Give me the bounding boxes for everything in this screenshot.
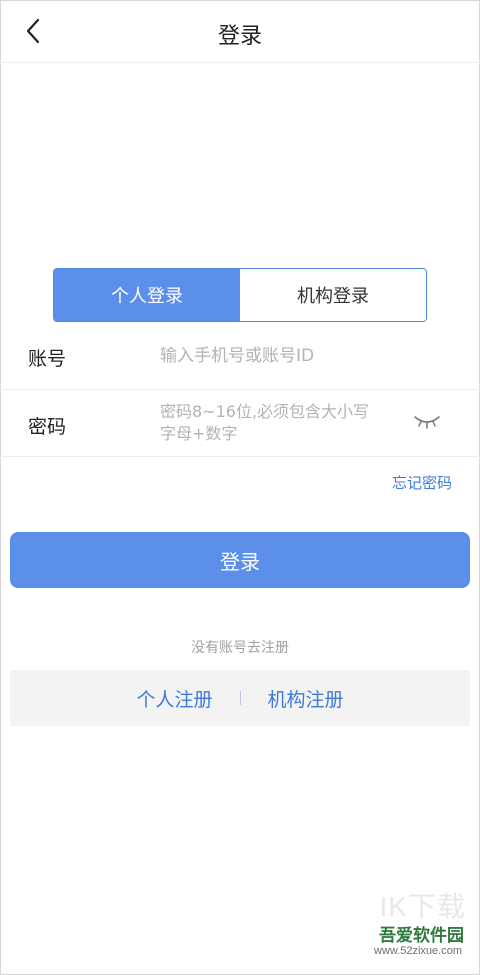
- personal-register-link[interactable]: 个人注册: [136, 685, 212, 712]
- tab-personal-login[interactable]: 个人登录: [54, 269, 240, 321]
- watermark-letters: IK下载: [379, 891, 466, 922]
- password-visibility-toggle[interactable]: [412, 412, 442, 430]
- page-title: 登录: [217, 24, 262, 49]
- institution-register-link[interactable]: 机构注册: [268, 685, 344, 712]
- register-bar: 个人注册 机构注册: [10, 670, 470, 726]
- app-header: 登录: [0, 0, 480, 63]
- watermark-logo: IK下载 吾爱软件园 www.52zixue.com: [352, 885, 470, 965]
- forgot-password-link[interactable]: 忘记密码: [392, 472, 452, 493]
- register-prompt: 没有账号去注册: [191, 640, 289, 656]
- account-input[interactable]: [160, 343, 420, 369]
- login-button[interactable]: 登录: [10, 532, 470, 588]
- tab-institution-login[interactable]: 机构登录: [240, 269, 426, 321]
- password-input[interactable]: [160, 401, 420, 447]
- register-divider: [239, 691, 241, 705]
- account-label: 账号: [28, 348, 67, 370]
- watermark-name: 吾爱软件园: [379, 926, 464, 946]
- eye-closed-icon: [414, 416, 440, 429]
- password-label: 密码: [28, 416, 67, 438]
- login-type-tabs: 个人登录 机构登录: [53, 268, 427, 322]
- account-row: 账号: [0, 323, 480, 390]
- password-row: 密码: [0, 390, 480, 457]
- watermark-url: www.52zixue.com: [373, 945, 462, 957]
